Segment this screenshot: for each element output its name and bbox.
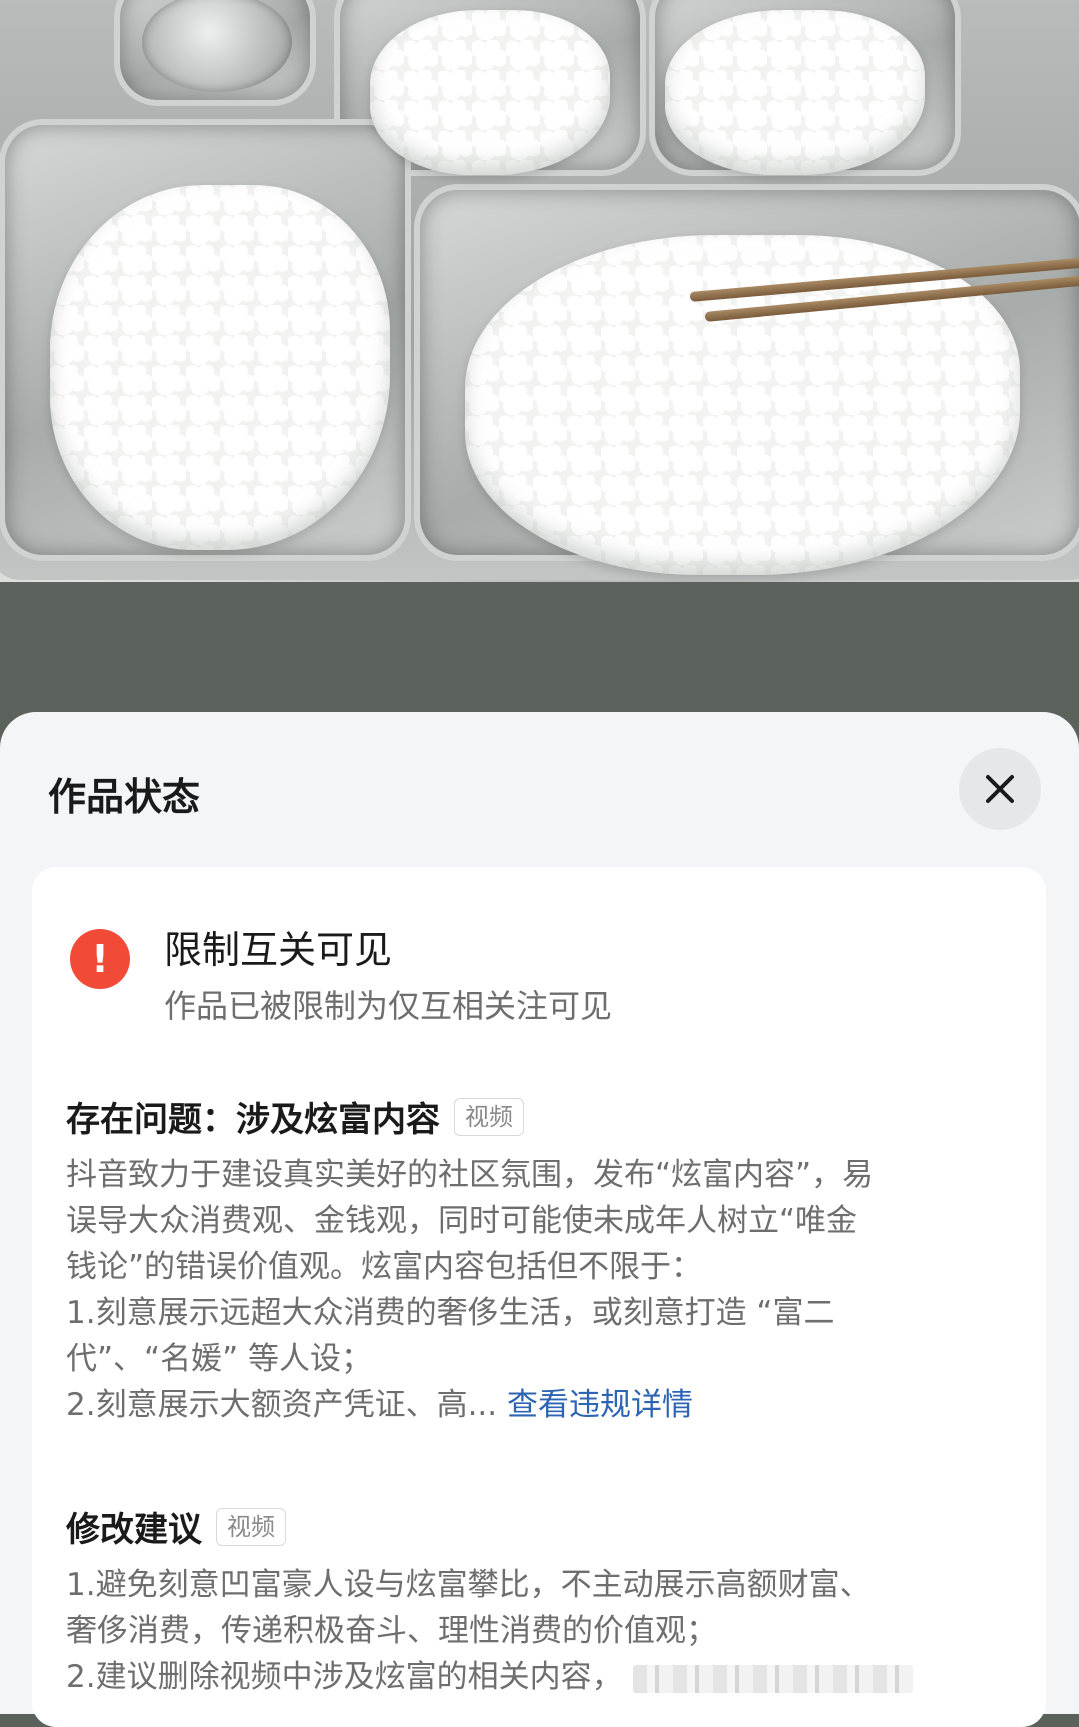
status-title: 限制互关可见 [164,928,393,972]
problem-line: 抖音致力于建设真实美好的社区氛围，发布“炫富内容”，易 [66,1157,874,1193]
problem-line: 钱论”的错误价值观。炫富内容包括但不限于： [66,1249,703,1285]
problem-heading-row: 存在问题：涉及炫富内容 视频 [66,1092,524,1141]
photo-backdrop [0,582,1079,712]
problem-line: 代”、“名媛” 等人设； [66,1341,373,1377]
problem-description: 抖音致力于建设真实美好的社区氛围，发布“炫富内容”，易 误导大众消费观、金钱观，… [66,1152,1026,1428]
warning-circle-icon: ! [70,929,130,989]
problem-truncated-text: 2.刻意展示大额资产凭证、高... [66,1387,498,1423]
rice-portion [50,185,390,550]
suggestion-heading-row: 修改建议 视频 [66,1502,286,1551]
suggestion-description: 1.避免刻意凹富豪人设与炫富攀比，不主动展示高额财富、 奢侈消费，传递积极奋斗、… [66,1562,1026,1700]
suggestion-heading: 修改建议 [66,1510,202,1550]
close-icon [986,775,1014,803]
status-sheet: 作品状态 ! 限制互关可见 作品已被限制为仅互相关注可见 存在问题：涉及炫富内容… [0,712,1079,1727]
suggestion-line: 奢侈消费，传递积极奋斗、理性消费的价值观； [66,1613,717,1649]
status-subtitle: 作品已被限制为仅互相关注可见 [164,987,613,1025]
problem-line-last: 2.刻意展示大额资产凭证、高... 查看违规详情 [66,1382,1026,1428]
rice-portion [370,10,610,175]
video-tag: 视频 [454,1097,524,1136]
suggestion-line-last: 2.建议删除视频中涉及炫富的相关内容， [66,1654,1026,1700]
close-button[interactable] [959,748,1041,830]
view-violation-details-link[interactable]: 查看违规详情 [507,1387,693,1423]
problem-heading: 存在问题：涉及炫富内容 [66,1100,440,1140]
rice-portion [665,10,925,175]
problem-line: 误导大众消费观、金钱观，同时可能使未成年人树立“唯金 [66,1203,858,1239]
sheet-title: 作品状态 [48,775,201,819]
status-card: ! 限制互关可见 作品已被限制为仅互相关注可见 存在问题：涉及炫富内容 视频 抖… [32,867,1046,1727]
problem-line: 1.刻意展示远超大众消费的奢侈生活，或刻意打造 “富二 [66,1295,835,1331]
rice-portion [465,235,1020,575]
redacted-overlay [632,1664,913,1693]
suggestion-line: 1.避免刻意凹富豪人设与炫富攀比，不主动展示高额财富、 [66,1567,871,1603]
video-tag: 视频 [216,1507,286,1546]
post-photo [0,0,1079,582]
